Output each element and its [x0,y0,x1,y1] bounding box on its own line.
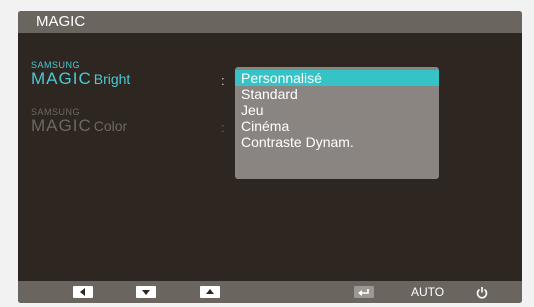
menu-title: MAGIC [36,13,86,30]
auto-button[interactable]: AUTO [411,285,444,299]
menu-item-suffix: Bright [93,71,131,87]
menu-item-suffix: Color [93,118,128,134]
left-button[interactable] [73,285,93,299]
enter-button[interactable] [354,285,374,299]
magic-bright-label: SAMSUNG MAGIC Bright [31,61,130,88]
option-cinema[interactable]: Cinéma [235,118,439,134]
option-contraste-dynam[interactable]: Contraste Dynam. [235,134,439,150]
power-button[interactable] [476,285,488,299]
option-standard[interactable]: Standard [235,86,439,102]
button-guide-bar: AUTO [18,281,522,303]
up-button[interactable] [200,285,220,299]
enter-icon [354,286,374,298]
osd-window: MAGIC SAMSUNG MAGIC Bright : SAMSUNG MAGI… [18,11,522,303]
brand-magic-text: MAGIC [31,69,92,88]
magic-bright-options-list[interactable]: Personnalisé Standard Jeu Cinéma Contras… [235,67,439,179]
power-icon [476,286,488,298]
down-button[interactable] [136,285,156,299]
magic-color-label: SAMSUNG MAGIC Color [31,108,127,135]
option-personnalise[interactable]: Personnalisé [235,70,439,86]
option-jeu[interactable]: Jeu [235,102,439,118]
title-bar: MAGIC [18,11,522,33]
brand-magic-text: MAGIC [31,116,92,135]
separator-colon: : [221,120,225,135]
up-arrow-icon [200,286,220,298]
left-arrow-icon [73,286,93,298]
auto-label: AUTO [411,285,445,299]
down-arrow-icon [136,286,156,298]
separator-colon: : [221,73,225,88]
